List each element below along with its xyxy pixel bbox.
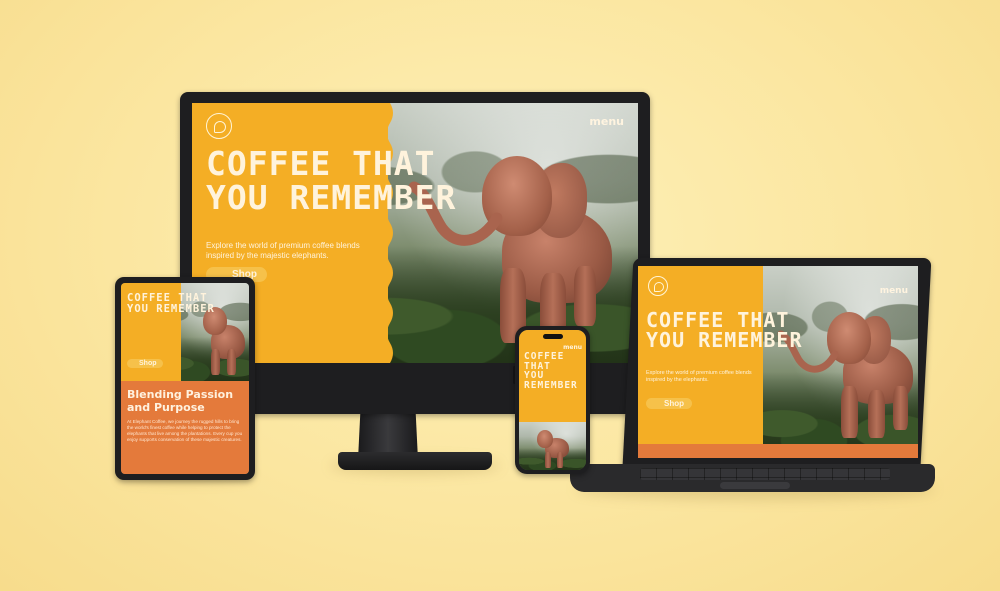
laptop-screen: menu COFFEE THAT YOU REMEMBER Explore th… — [638, 266, 918, 458]
phone-dynamic-island — [543, 334, 563, 339]
laptop-menu-link[interactable]: menu — [880, 286, 908, 296]
laptop-touchpad — [720, 482, 790, 489]
smartphone: menu COFFEE THAT YOU REMEMBER — [513, 326, 590, 474]
phone-hero-photo — [519, 422, 586, 470]
tablet: COFFEE THAT YOU REMEMBER Shop Blending P… — [115, 277, 255, 480]
hero-panel-wave — [382, 103, 393, 363]
tablet-screen: COFFEE THAT YOU REMEMBER Shop Blending P… — [121, 283, 249, 474]
laptop-shop-button[interactable]: Shop — [646, 398, 692, 409]
laptop-headline: COFFEE THAT YOU REMEMBER — [646, 308, 803, 353]
hero-subtitle: Explore the world of premium coffee blen… — [206, 241, 360, 260]
tablet-section-title: Blending Passion and Purpose — [127, 388, 234, 414]
phone-menu-link[interactable]: menu — [563, 344, 582, 351]
phone-screen: menu COFFEE THAT YOU REMEMBER — [519, 330, 586, 470]
menu-link[interactable]: menu — [589, 115, 624, 128]
elephant-image — [777, 306, 913, 446]
tablet-shop-button[interactable]: Shop — [127, 359, 163, 368]
laptop: menu COFFEE THAT YOU REMEMBER Explore th… — [570, 258, 935, 493]
phone-headline: COFFEE THAT YOU REMEMBER — [524, 351, 578, 392]
laptop-subtitle: Explore the world of premium coffee blen… — [646, 370, 752, 383]
brand-logo — [648, 276, 668, 296]
monitor-stand-base — [338, 452, 492, 470]
laptop-keyboard — [640, 468, 890, 480]
brand-logo — [206, 113, 232, 139]
tablet-section-body: At Elephant Coffee, we journey the rugge… — [127, 419, 243, 442]
tablet-headline: COFFEE THAT YOU REMEMBER — [127, 292, 215, 315]
elephant-image — [533, 428, 573, 468]
laptop-bottom-band — [638, 444, 918, 458]
hero-headline: COFFEE THAT YOU REMEMBER — [206, 144, 457, 217]
